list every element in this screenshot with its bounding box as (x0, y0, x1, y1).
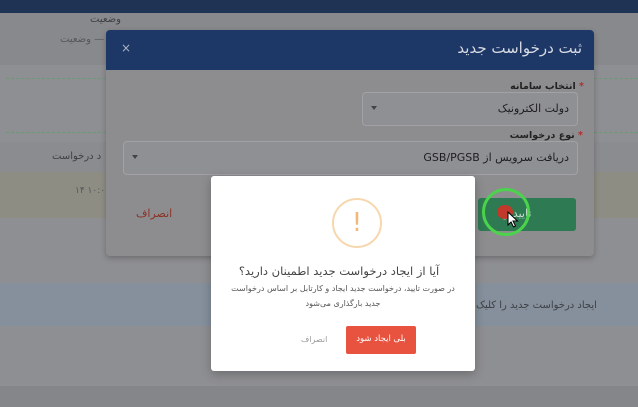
modal-title: ثبت درخواست جدید (457, 39, 582, 57)
status-filter-label: وضعیت (90, 14, 121, 25)
system-select[interactable]: دولت الکترونیک (362, 92, 578, 126)
divider (594, 132, 638, 133)
chevron-down-icon (132, 155, 138, 159)
required-mark: * (579, 81, 584, 92)
dialog-message: در صورت تایید، درخواست جدید ایجاد و کارت… (231, 284, 455, 308)
status-filter-select[interactable]: — وضعیت (60, 34, 104, 45)
cancel-button[interactable]: انصراف (136, 207, 172, 220)
confirm-create-button[interactable]: بلی ایجاد شود (346, 326, 416, 354)
close-icon[interactable]: × (121, 41, 131, 55)
request-type-select[interactable]: دریافت سرویس از GSB/PGSB (123, 141, 578, 175)
request-column-header: د درخواست (52, 151, 102, 162)
divider (594, 78, 638, 79)
divider (6, 78, 106, 79)
divider (6, 132, 106, 133)
system-select-value: دولت الکترونیک (497, 102, 569, 115)
dialog-title: آیا از ایجاد درخواست جدید اطمینان دارید؟ (238, 264, 440, 278)
page-footer (0, 386, 638, 407)
chevron-down-icon (371, 106, 377, 110)
dialog-cancel-button[interactable]: انصراف (301, 335, 327, 344)
create-request-hint: ایجاد درخواست جدید را کلیک (476, 300, 597, 311)
screen: وضعیت — وضعیت د درخواست ۱۰:۰۰ ۱۴ ایجاد د… (0, 0, 638, 407)
row-time: ۱۰:۰۰ ۱۴ (75, 186, 110, 196)
page-header-bar (0, 0, 638, 13)
system-field-label: * انتخاب سامانه (510, 81, 584, 92)
confirmation-dialog: ! آیا از ایجاد درخواست جدید اطمینان داری… (211, 176, 475, 371)
modal-header: ثبت درخواست جدید × (106, 30, 594, 70)
mouse-cursor-icon (507, 211, 519, 228)
warning-icon: ! (332, 198, 382, 248)
request-type-value: دریافت سرویس از GSB/PGSB (423, 151, 569, 164)
type-field-label: * نوع درخواست (509, 130, 583, 141)
required-mark: * (578, 130, 583, 141)
